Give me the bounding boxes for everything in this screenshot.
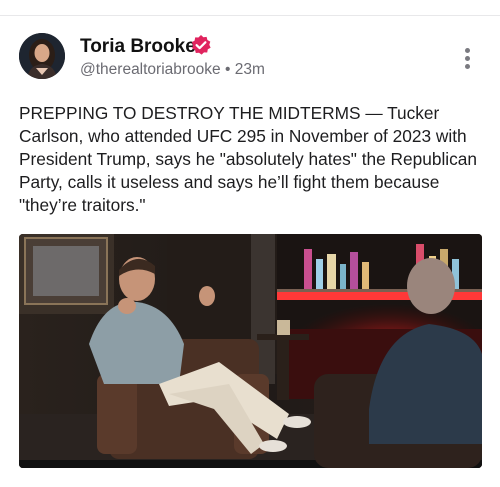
- author-handle[interactable]: @therealtoriabrooke: [80, 61, 221, 78]
- author-name[interactable]: Toria Brooke: [80, 36, 196, 58]
- verified-badge-icon: [190, 34, 212, 56]
- post-timestamp[interactable]: 23m: [235, 61, 265, 78]
- video-still-image: [19, 234, 482, 468]
- post-text: PREPPING TO DESTROY THE MIDTERMS — Tucke…: [19, 103, 477, 215]
- author-meta: @therealtoriabrooke • 23m: [80, 61, 265, 79]
- meta-separator: •: [225, 61, 231, 78]
- post-card: Toria Brooke @therealtoriabrooke • 23m P…: [0, 16, 500, 487]
- post-video-thumbnail[interactable]: [19, 234, 482, 468]
- avatar[interactable]: [19, 33, 65, 79]
- avatar-image: [19, 33, 65, 79]
- more-vertical-icon[interactable]: [458, 46, 478, 72]
